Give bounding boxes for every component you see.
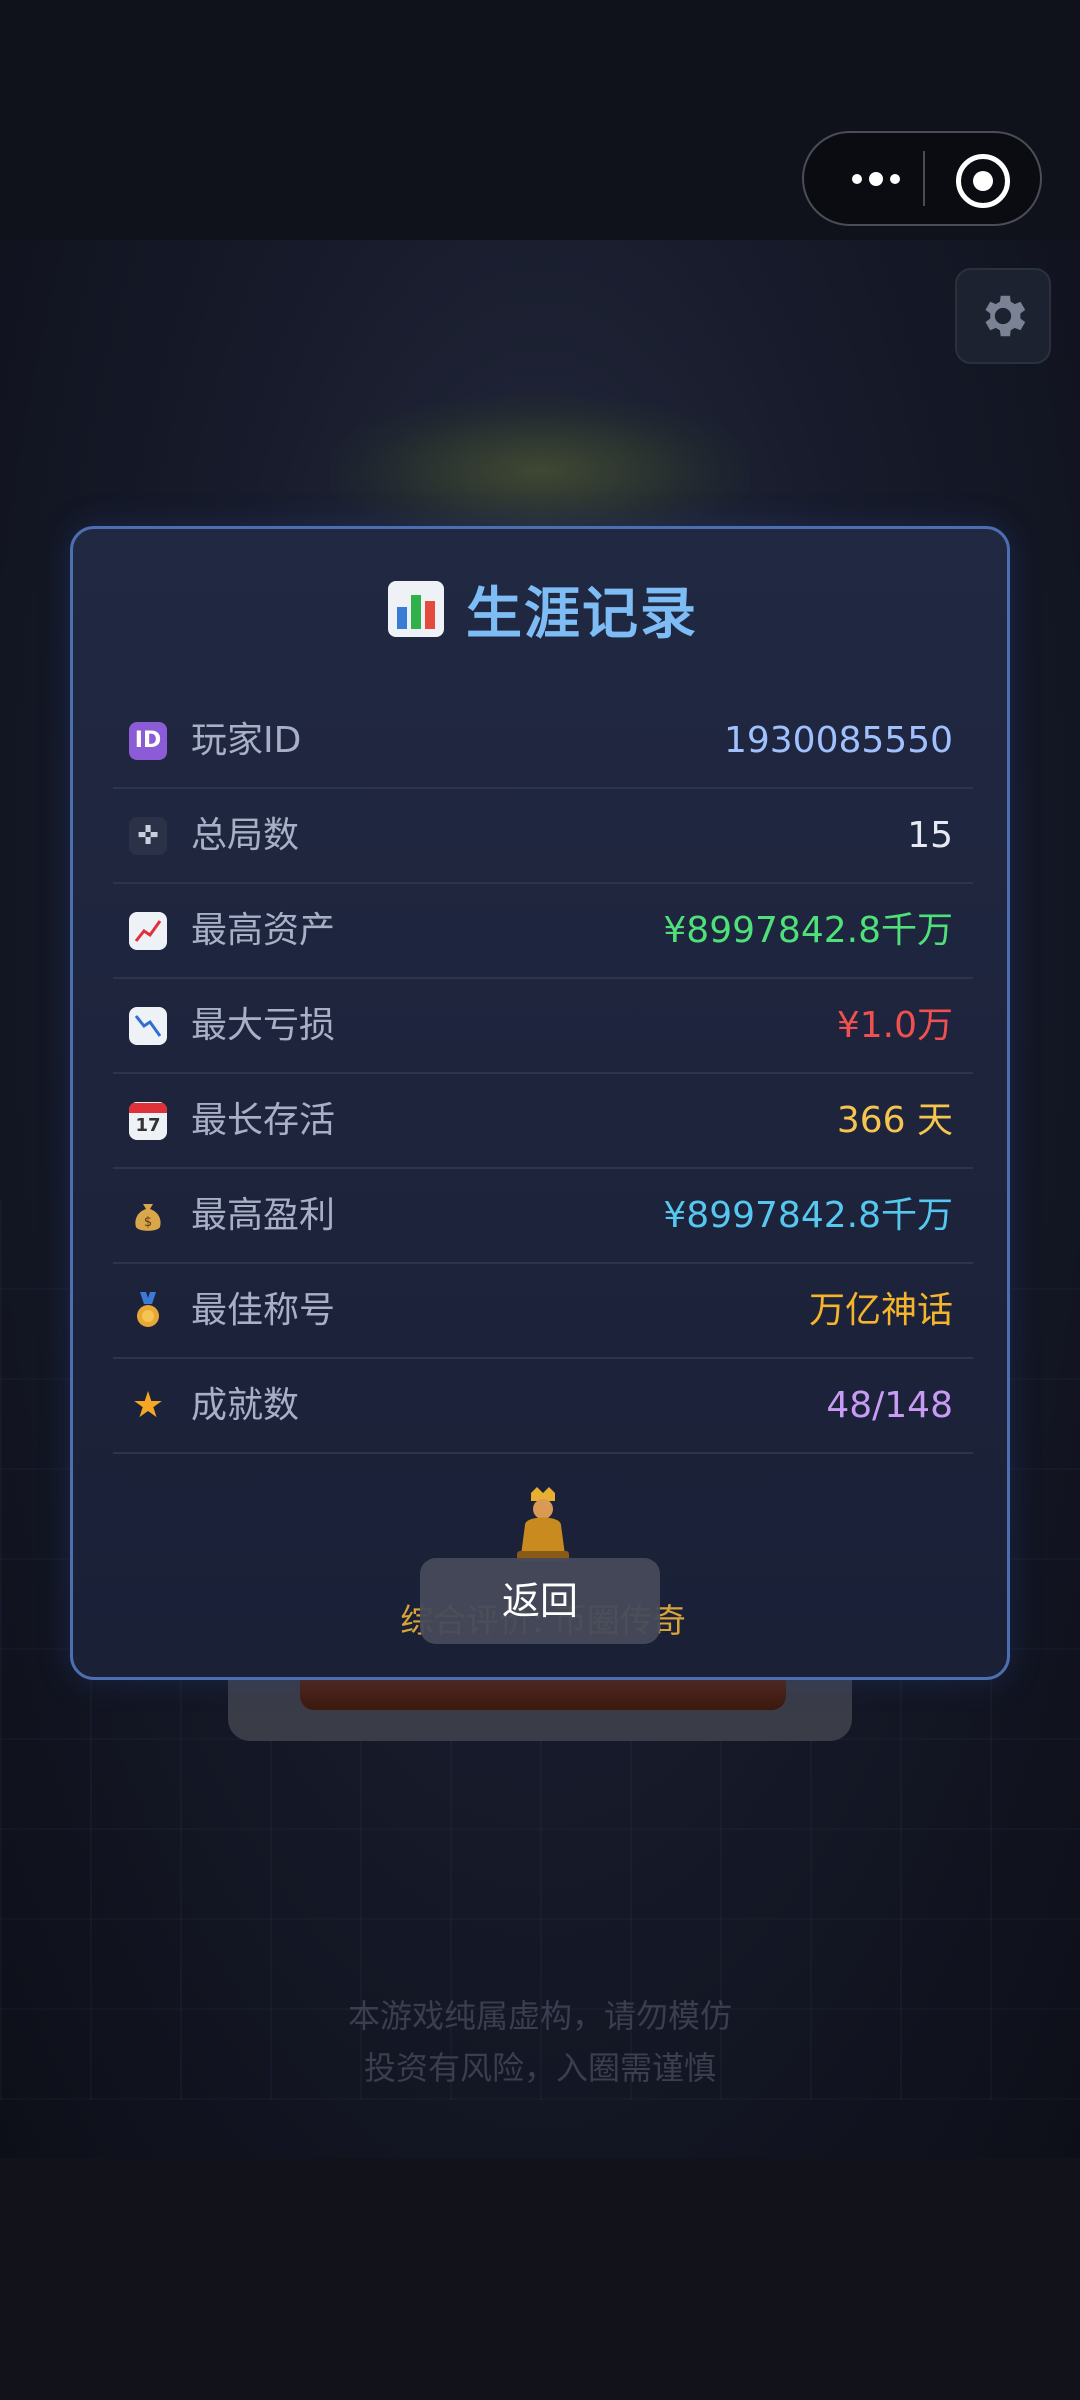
stat-label: 玩家ID — [191, 720, 302, 761]
stat-row-player-id: ID 玩家ID 1930085550 — [113, 694, 973, 789]
more-dots-icon[interactable] — [836, 133, 916, 224]
stat-label: 最佳称号 — [191, 1290, 336, 1331]
disclaimer-line-1: 本游戏纯属虚构，请勿模仿 — [347, 1997, 732, 2035]
stat-value: ¥8997842.8千万 — [663, 1195, 953, 1236]
stat-value: ¥1.0万 — [836, 1005, 953, 1046]
stat-row-best-title: 最佳称号 万亿神话 — [113, 1264, 973, 1359]
stat-row-max-profit: $ 最高盈利 ¥8997842.8千万 — [113, 1169, 973, 1264]
stats-list: ID 玩家ID 1930085550 ✜ 总局数 15 最高资产 ¥899784… — [113, 694, 973, 1454]
money-bag-icon: $ — [129, 1197, 167, 1235]
stat-value: 366 天 — [836, 1100, 953, 1141]
stat-label: 总局数 — [191, 815, 300, 856]
modal-title-text: 生涯记录 — [466, 581, 698, 647]
trend-down-icon — [129, 1007, 167, 1045]
trend-up-icon — [129, 912, 167, 950]
game-logo — [330, 395, 750, 545]
settings-button[interactable] — [955, 268, 1051, 364]
stat-label: 最长存活 — [191, 1100, 336, 1141]
star-icon: ★ — [131, 1385, 165, 1426]
stat-row-max-loss: 最大亏损 ¥1.0万 — [113, 979, 973, 1074]
svg-text:$: $ — [144, 1215, 152, 1230]
target-circle-icon[interactable] — [956, 154, 1010, 208]
king-figure-icon — [511, 1485, 575, 1565]
stat-label: 最高盈利 — [191, 1195, 336, 1236]
stat-label: 成就数 — [191, 1385, 300, 1426]
mini-program-capsule — [802, 131, 1042, 226]
stat-value: 1930085550 — [723, 720, 953, 761]
capsule-divider — [923, 151, 925, 206]
stat-value: 万亿神话 — [808, 1290, 953, 1331]
stat-label: 最大亏损 — [191, 1005, 336, 1046]
modal-title: 生涯记录 — [73, 569, 1013, 649]
stat-value: 48/148 — [826, 1385, 953, 1426]
stat-row-longest-survival: 17 最长存活 366 天 — [113, 1074, 973, 1169]
stat-row-achievements: ★ 成就数 48/148 — [113, 1359, 973, 1454]
stat-row-total-games: ✜ 总局数 15 — [113, 789, 973, 884]
stat-value: 15 — [907, 815, 953, 856]
stat-value: ¥8997842.8千万 — [663, 910, 953, 951]
bar-chart-icon — [388, 581, 444, 637]
stat-row-max-assets: 最高资产 ¥8997842.8千万 — [113, 884, 973, 979]
medal-icon — [129, 1292, 167, 1330]
stat-label: 最高资产 — [191, 910, 336, 951]
id-icon: ID — [129, 722, 167, 760]
gear-icon — [985, 295, 1026, 337]
calendar-icon: 17 — [129, 1102, 167, 1140]
career-record-modal: 生涯记录 ID 玩家ID 1930085550 ✜ 总局数 15 最高资产 ¥8… — [70, 526, 1010, 1680]
gamepad-icon: ✜ — [129, 817, 167, 855]
bottom-area — [0, 2158, 1080, 2400]
status-area — [0, 0, 1080, 240]
disclaimer-line-2: 投资有风险，入圈需谨慎 — [363, 2049, 716, 2087]
back-button[interactable]: 返回 — [420, 1558, 660, 1644]
disclaimer: 本游戏纯属虚构，请勿模仿 投资有风险，入圈需谨慎 — [0, 1990, 1080, 2094]
